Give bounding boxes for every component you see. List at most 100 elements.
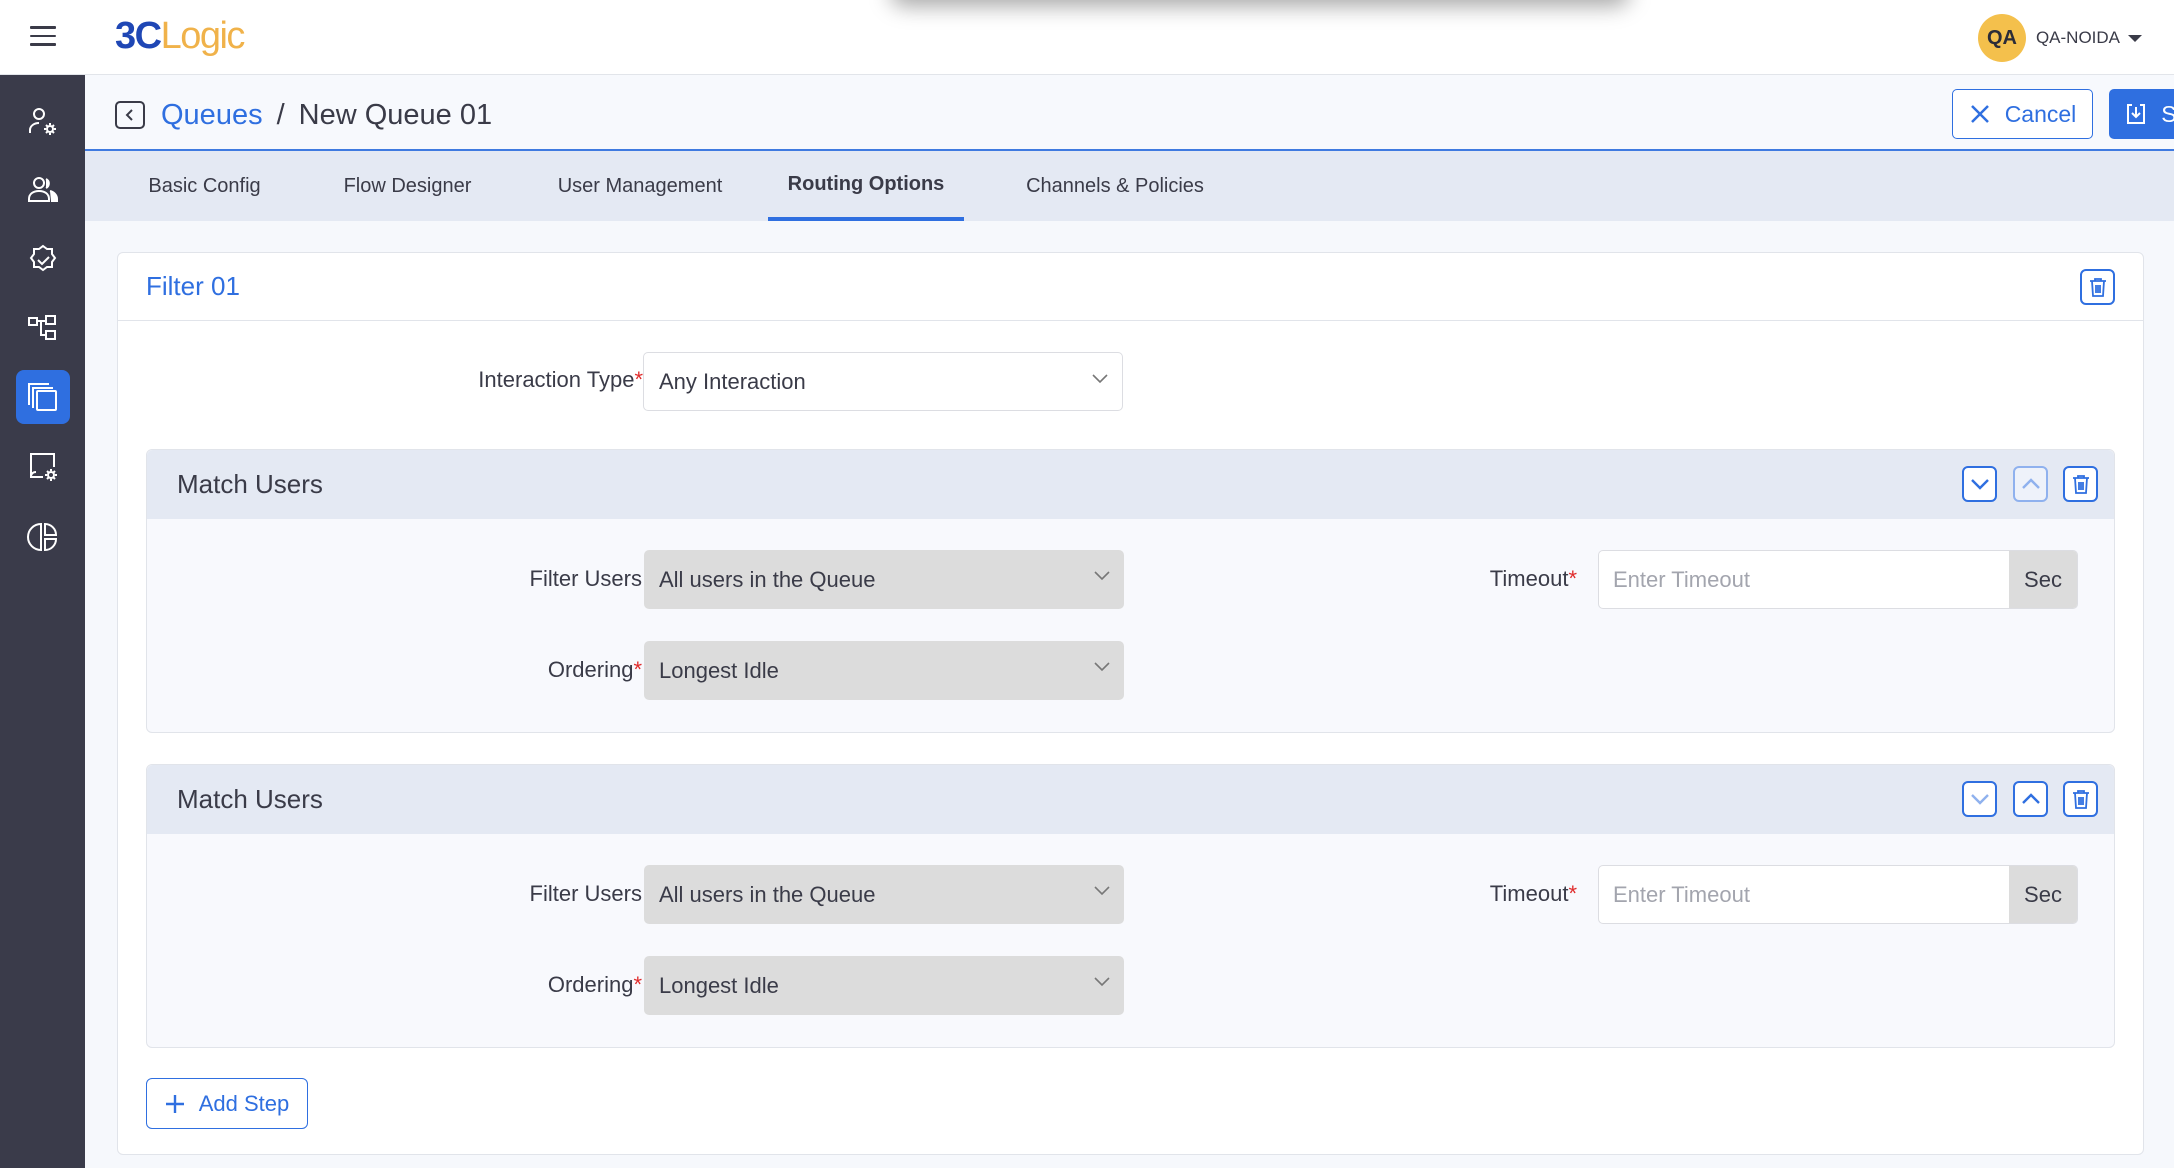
timeout-label: Timeout*	[1427, 566, 1577, 592]
step-header: Match Users	[147, 765, 2114, 834]
filter-header: Filter 01	[118, 253, 2143, 321]
tab-user-management[interactable]: User Management	[540, 151, 740, 221]
users-group-icon	[28, 177, 58, 202]
ordering-label: Ordering*	[317, 657, 642, 683]
chevron-down-icon	[1970, 794, 1989, 805]
match-users-step-2: Match Users Filter Users All users in th…	[146, 764, 2115, 1048]
chevron-left-icon	[125, 109, 133, 121]
hierarchy-icon	[28, 315, 56, 340]
back-button[interactable]	[115, 101, 145, 129]
tab-bar: Basic Config Flow Designer User Manageme…	[85, 151, 2174, 221]
filter-users-select[interactable]: All users in the Queue	[644, 550, 1124, 609]
save-button[interactable]: Save	[2109, 89, 2174, 139]
tab-flow-designer[interactable]: Flow Designer	[330, 151, 485, 221]
move-up-button[interactable]	[2013, 466, 2048, 502]
ordering-select[interactable]: Longest Idle	[644, 641, 1124, 700]
queues-stack-icon	[28, 383, 57, 411]
ordering-label-text: Ordering	[547, 657, 634, 682]
user-settings-icon	[29, 108, 56, 135]
trash-icon	[2072, 475, 2089, 494]
chevron-down-icon	[1094, 571, 1110, 581]
move-down-button[interactable]	[1962, 781, 1997, 817]
sidebar-item-verified[interactable]	[16, 233, 70, 287]
filter-users-label: Filter Users	[529, 566, 642, 591]
close-icon	[1970, 105, 1989, 123]
filter-title: Filter 01	[146, 271, 240, 301]
timeout-label-text: Timeout	[1489, 881, 1569, 906]
breadcrumb-queues-link[interactable]: Queues	[161, 99, 263, 131]
timeout-label-text: Timeout	[1489, 566, 1569, 591]
chevron-down-icon	[1094, 977, 1110, 987]
sidebar-item-queues[interactable]	[16, 370, 70, 424]
move-up-button[interactable]	[2013, 781, 2048, 817]
step-title: Match Users	[177, 469, 323, 499]
filter-card: Filter 01 Interaction Type* Any Interact…	[117, 252, 2144, 1155]
sidebar-item-user-settings[interactable]	[16, 95, 70, 149]
timeout-unit: Sec	[2009, 866, 2077, 923]
sidebar-item-analytics[interactable]	[16, 510, 70, 564]
delete-filter-button[interactable]	[2080, 269, 2115, 305]
chevron-up-icon	[2021, 793, 2040, 804]
required-mark: *	[1568, 881, 1577, 906]
sidebar-item-screen-settings[interactable]	[16, 440, 70, 494]
plus-icon	[165, 1094, 184, 1113]
match-users-step-1: Match Users Filter Users All users in th…	[146, 449, 2115, 733]
cancel-label: Cancel	[2004, 100, 2077, 127]
delete-step-button[interactable]	[2063, 781, 2098, 817]
required-mark: *	[633, 972, 642, 997]
interaction-type-select[interactable]: Any Interaction	[643, 352, 1123, 411]
verified-badge-icon	[29, 244, 57, 272]
required-mark: *	[1568, 566, 1577, 591]
menu-icon[interactable]	[30, 26, 56, 48]
ordering-label: Ordering*	[317, 972, 642, 998]
delete-step-button[interactable]	[2063, 466, 2098, 502]
ordering-value: Longest Idle	[659, 657, 779, 683]
step-title: Match Users	[177, 784, 323, 814]
save-label: Save	[2161, 100, 2174, 127]
trash-icon	[2089, 278, 2106, 297]
filter-users-select[interactable]: All users in the Queue	[644, 865, 1124, 924]
app-logo: 3CLogic	[115, 14, 246, 58]
filter-users-value: All users in the Queue	[659, 881, 876, 907]
ordering-select[interactable]: Longest Idle	[644, 956, 1124, 1015]
page-title: New Queue 01	[298, 99, 493, 131]
filter-users-label: Filter Users	[529, 881, 642, 906]
timeout-input[interactable]	[1599, 551, 2009, 608]
required-mark: *	[634, 367, 643, 392]
timeout-label: Timeout*	[1427, 881, 1577, 907]
filter-users-value: All users in the Queue	[659, 566, 876, 592]
user-menu[interactable]: QA QA-NOIDA	[1977, 14, 2142, 62]
sidebar-item-users[interactable]	[16, 163, 70, 217]
sidebar-item-hierarchy[interactable]	[16, 300, 70, 354]
chevron-down-icon	[1970, 479, 1989, 490]
timeout-field: Sec	[1598, 550, 2078, 609]
step-header: Match Users	[147, 450, 2114, 519]
tab-basic-config[interactable]: Basic Config	[137, 151, 272, 221]
breadcrumb-bar: Queues / New Queue 01 Cancel Save	[85, 75, 2174, 151]
chevron-down-icon	[1094, 662, 1110, 672]
tab-routing-options[interactable]: Routing Options	[768, 151, 964, 221]
top-header: 3CLogic QA QA-NOIDA	[0, 0, 2174, 75]
breadcrumb: Queues / New Queue 01	[161, 95, 492, 135]
sidebar	[0, 75, 85, 1168]
interaction-type-label-text: Interaction Type	[478, 367, 635, 392]
chevron-down-icon	[1092, 374, 1108, 384]
screen-settings-icon	[30, 453, 57, 481]
add-step-button[interactable]: Add Step	[146, 1078, 308, 1129]
timeout-field: Sec	[1598, 865, 2078, 924]
breadcrumb-separator: /	[276, 99, 285, 131]
timeout-input[interactable]	[1599, 866, 2009, 923]
interaction-type-label: Interaction Type*	[318, 367, 643, 393]
avatar: QA	[1977, 14, 2026, 62]
user-name: QA-NOIDA	[2035, 28, 2120, 47]
required-mark: *	[633, 657, 642, 682]
chevron-down-icon	[1094, 886, 1110, 896]
ordering-value: Longest Idle	[659, 972, 779, 998]
logo-part-logic: Logic	[160, 15, 246, 57]
chevron-up-icon	[2021, 478, 2040, 489]
tab-channels-policies[interactable]: Channels & Policies	[1010, 151, 1220, 221]
cancel-button[interactable]: Cancel	[1952, 89, 2093, 139]
timeout-unit: Sec	[2009, 551, 2077, 608]
analytics-pie-icon	[27, 522, 58, 552]
move-down-button[interactable]	[1962, 466, 1997, 502]
